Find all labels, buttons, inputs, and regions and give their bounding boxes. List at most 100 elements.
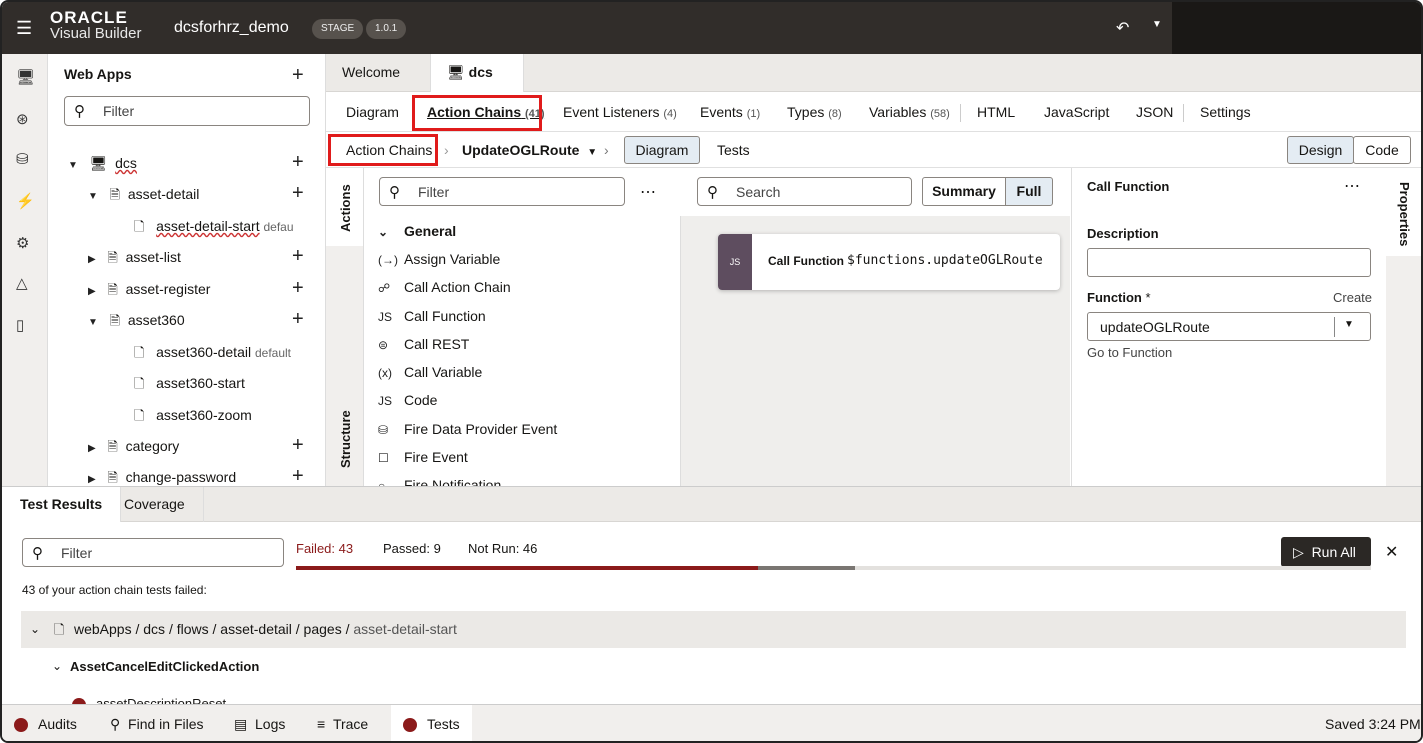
app-frame: ☰ ORACLE Visual Builder dcsforhrz_demo S… [0,0,1423,743]
add-button[interactable]: + [292,246,304,266]
tree-item-asset-detail-start[interactable]: 🗋 asset-detail-start defau [134,216,294,236]
tree-item-asset-detail[interactable]: ▼ 🗎 asset-detail [88,184,199,204]
layouts-icon[interactable]: △ [16,274,28,292]
tab-welcome[interactable]: Welcome [326,54,416,92]
description-input[interactable] [1087,248,1371,277]
collapsed-icon[interactable]: ▶ [88,254,96,265]
tab-event-listeners[interactable]: Event Listeners (4) [563,104,677,120]
add-button[interactable]: + [292,278,304,298]
tab-javascript[interactable]: JavaScript [1044,104,1109,120]
tree-item-change-password[interactable]: ▶ 🗎 change-password [88,467,236,487]
tab-settings[interactable]: Settings [1200,104,1251,120]
run-all-button[interactable]: ▷ Run All [1281,537,1371,567]
full-button[interactable]: Full [1005,177,1053,206]
add-button[interactable]: + [292,435,304,455]
go-to-function-link[interactable]: Go to Function [1087,345,1172,360]
summary-button[interactable]: Summary [922,177,1006,206]
collapsed-icon[interactable]: ▶ [88,286,96,297]
tree-item-asset360-zoom[interactable]: 🗋 asset360-zoom [134,405,252,425]
divider [1334,317,1335,337]
tests-filter-input[interactable]: ⚲ Filter [22,538,284,567]
expand-icon[interactable]: ▼ [68,160,78,171]
tree-item-asset-register[interactable]: ▶ 🗎 asset-register [88,279,210,299]
canvas-search-input[interactable]: ⚲ Search [697,177,912,206]
tab-types[interactable]: Types (8) [787,104,842,120]
components-icon[interactable]: ⚙ [16,234,29,252]
collapsed-icon[interactable]: ▶ [88,474,96,485]
tab-json[interactable]: JSON [1136,104,1173,120]
tests-button[interactable]: Tests [391,705,472,741]
actions-filter-input[interactable]: ⚲ Filter [379,177,625,206]
test-action-name[interactable]: AssetCancelEditClickedAction [70,659,259,674]
add-button[interactable]: + [292,466,304,486]
web-apps-icon[interactable]: 🖥 [16,68,35,86]
source-icon[interactable]: ▯ [16,316,24,334]
action-chain-selector[interactable]: UpdateOGLRoute ▼ [462,142,597,158]
web-apps-filter-input[interactable]: ⚲ Filter [64,96,310,126]
action-code[interactable]: JS Code [378,390,437,410]
search-icon: ⚲ [707,184,718,201]
add-button[interactable]: + [292,152,304,172]
tree-item-asset360-detail[interactable]: 🗋 asset360-detail default [134,342,291,362]
tab-diagram[interactable]: Diagram [346,104,399,120]
tab-html[interactable]: HTML [977,104,1015,120]
diagram-view-button[interactable]: Diagram [624,136,700,164]
chevron-down-icon[interactable]: ⌄ [30,622,40,636]
call-function-node[interactable]: JS Call Function $functions.updateOGLRou… [718,234,1060,290]
tree-item-asset360-start[interactable]: 🗋 asset360-start [134,373,245,393]
chevron-down-icon[interactable]: ▼ [1344,319,1354,330]
collapsed-icon[interactable]: ▶ [88,443,96,454]
action-call-variable[interactable]: (x) Call Variable [378,362,482,382]
hamburger-menu-icon[interactable]: ☰ [16,19,32,37]
services-icon[interactable]: ⊛ [16,110,29,128]
expand-icon[interactable]: ▼ [88,191,98,202]
tree-item-dcs[interactable]: ▼ 🖥 dcs [68,153,137,173]
more-options-icon[interactable]: ⋯ [640,182,656,202]
more-options-icon[interactable]: ⋯ [1344,176,1360,196]
vtab-structure[interactable]: Structure [338,410,353,468]
action-fire-data-provider-event[interactable]: ⛁ Fire Data Provider Event [378,419,557,439]
design-button[interactable]: Design [1287,136,1354,164]
add-web-app-button[interactable]: + [292,65,304,85]
tab-dcs[interactable]: 🖥 dcs ✕ [430,54,524,116]
app-name[interactable]: dcsforhrz_demo [174,19,289,37]
tab-events[interactable]: Events (1) [700,104,760,120]
find-in-files-button[interactable]: ⚲ Find in Files [110,705,204,741]
action-assign-variable[interactable]: (→) Assign Variable [378,249,500,269]
page-icon: 🗋 [134,376,145,391]
action-call-function[interactable]: JS Call Function [378,306,486,326]
canvas-toolbar: ⚲ Search Summary Full [680,168,1070,216]
trace-button[interactable]: ≡ Trace [317,705,368,741]
test-group-row[interactable]: ⌄ 🗋 webApps / dcs / flows / asset-detail… [21,611,1406,648]
tree-item-asset360[interactable]: ▼ 🗎 asset360 [88,310,185,330]
vtab-actions[interactable]: Actions [338,184,353,232]
action-call-action-chain[interactable]: ☍ Call Action Chain [378,277,511,297]
action-call-rest[interactable]: ⊜ Call REST [378,334,469,354]
logs-button[interactable]: ▤ Logs [234,705,285,741]
add-button[interactable]: + [292,309,304,329]
properties-tab[interactable]: Properties [1397,182,1412,246]
tab-test-results[interactable]: Test Results [2,487,122,523]
web-apps-panel: Web Apps + ⚲ Filter ▼ 🖥 dcs + ▼ 🗎 asset-… [48,54,326,486]
chevron-down-icon[interactable]: ▼ [1152,19,1162,30]
add-button[interactable]: + [292,183,304,203]
action-fire-event[interactable]: ☐ Fire Event [378,447,468,467]
code-button[interactable]: Code [1353,136,1411,164]
group-general[interactable]: ⌄ General [378,221,456,241]
business-objects-icon[interactable]: ⛁ [16,150,29,168]
action-fire-notification[interactable]: ○ Fire Notification [378,475,501,486]
tab-coverage[interactable]: Coverage [106,487,204,523]
audits-button[interactable]: Audits [14,705,77,741]
tree-item-asset-list[interactable]: ▶ 🗎 asset-list [88,247,181,267]
function-select[interactable]: updateOGLRoute ▼ [1087,312,1371,341]
tree-item-category[interactable]: ▶ 🗎 category [88,436,179,456]
create-link[interactable]: Create [1333,290,1372,305]
chevron-down-icon[interactable]: ⌄ [52,659,62,673]
processes-icon[interactable]: ⚡ [16,192,35,210]
close-icon[interactable]: ✕ [1385,542,1398,562]
tab-variables[interactable]: Variables (58) [869,104,950,120]
expand-icon[interactable]: ▼ [88,317,98,328]
undo-icon[interactable]: ↶ [1116,18,1129,38]
test-case-row[interactable]: assetDescriptionReset [72,696,226,704]
tests-view-button[interactable]: Tests [717,142,750,158]
